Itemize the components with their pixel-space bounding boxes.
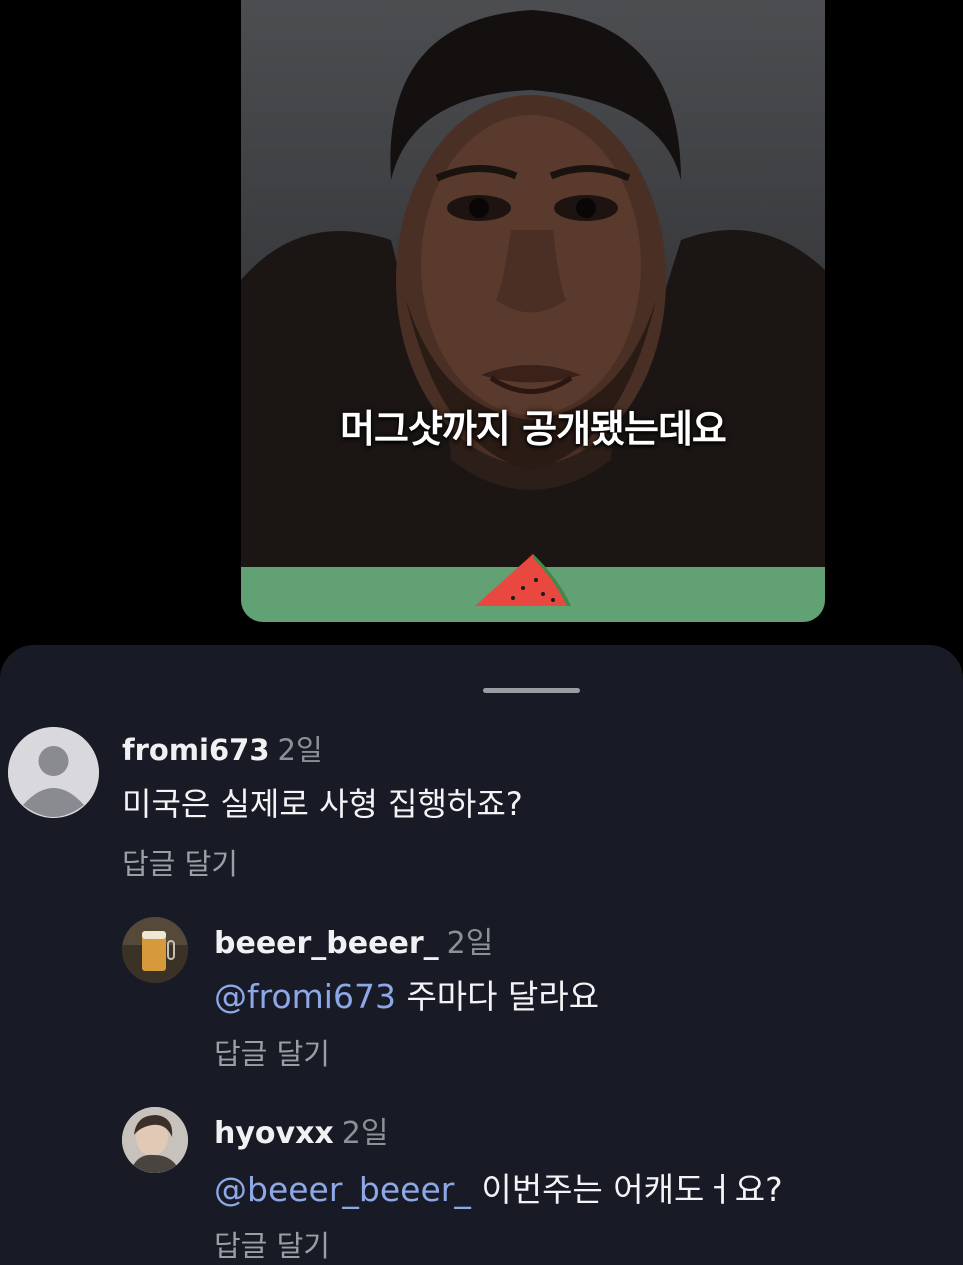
mention-link[interactable]: @fromi673 (214, 977, 396, 1016)
comment-text: @beeer_beeer_ 이번주는 어캐도ㅓ요? (214, 1163, 783, 1211)
comment-meta: hyovxx 2일 (214, 1108, 388, 1152)
comment-username[interactable]: beeer_beeer_ (214, 926, 439, 961)
mugshot-photo (241, 10, 825, 572)
default-person-icon[interactable] (8, 727, 99, 818)
beer-glass-avatar[interactable] (122, 917, 188, 983)
reply-button[interactable]: 답글 달기 (122, 841, 238, 883)
reply-button[interactable]: 답글 달기 (214, 1223, 330, 1265)
comments-sheet: fromi673 2일 미국은 실제로 사형 집행하죠? 답글 달기 beeer_… (0, 645, 963, 1265)
comment-username[interactable]: hyovxx (214, 1116, 334, 1151)
comment-meta: fromi673 2일 (122, 727, 323, 769)
comment-time: 2일 (446, 926, 494, 961)
comment-meta: beeer_beeer_ 2일 (214, 918, 493, 962)
video-card[interactable]: 머그샷까지 공개됐는데요 (241, 0, 825, 622)
person-photo-avatar[interactable] (122, 1107, 188, 1173)
comment-username[interactable]: fromi673 (122, 733, 270, 767)
watermelon-icon (475, 554, 571, 606)
comment-body: 이번주는 어캐도ㅓ요? (470, 1170, 783, 1209)
comment-time: 2일 (341, 1116, 389, 1151)
mention-link[interactable]: @beeer_beeer_ (214, 1170, 471, 1209)
reply-button[interactable]: 답글 달기 (214, 1031, 330, 1073)
comment-time: 2일 (277, 733, 323, 767)
comment-text: @fromi673 주마다 달라요 (214, 970, 599, 1018)
comment-text: 미국은 실제로 사형 집행하죠? (122, 785, 523, 823)
comment-body: 주마다 달라요 (395, 977, 600, 1016)
video-caption: 머그샷까지 공개됐는데요 (340, 407, 727, 451)
sheet-drag-handle[interactable] (483, 688, 580, 693)
